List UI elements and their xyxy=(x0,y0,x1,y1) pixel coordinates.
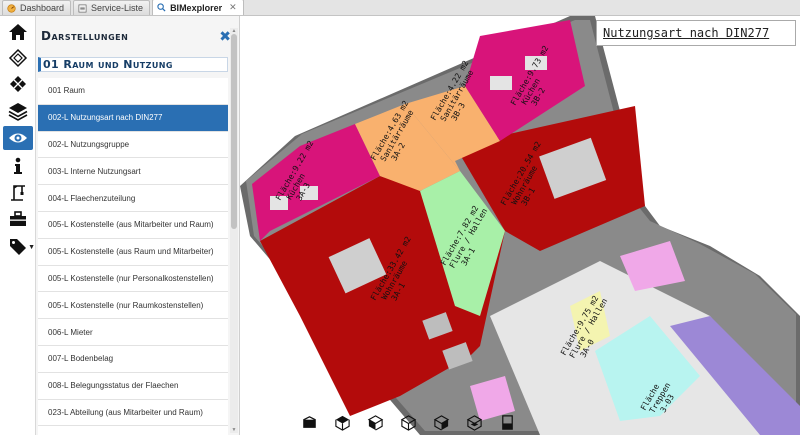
section-title[interactable]: 01 Raum und Nutzung xyxy=(38,57,228,72)
view-top-button[interactable] xyxy=(333,413,351,431)
list-item-selected[interactable]: 002-L Nutzungsart nach DIN277 xyxy=(38,104,228,132)
crane-button[interactable] xyxy=(3,180,33,204)
list-item[interactable]: 008-L Belegungsstatus der Flaechen xyxy=(38,372,228,400)
tab-bimexplorer-label: BIMexplorer xyxy=(170,2,223,13)
list-item[interactable]: 007-L Bodenbelag xyxy=(38,345,228,373)
view-left-button[interactable] xyxy=(366,413,384,431)
layers-grid-icon xyxy=(10,76,26,92)
list-item[interactable]: 002-L Nutzungsgruppe xyxy=(38,131,228,159)
list-item[interactable]: 005-L Kostenstelle (nur Raumkostenstelle… xyxy=(38,292,228,320)
tab-dashboard-label: Dashboard xyxy=(20,3,65,13)
home-icon xyxy=(9,24,27,40)
list-item[interactable]: 040-L Flaechentyp xyxy=(38,426,228,435)
chevron-down-icon: ▼ xyxy=(28,244,35,251)
view-bottom-button[interactable] xyxy=(498,413,516,431)
legend-box: Nutzungsart nach DIN277 xyxy=(596,20,796,46)
tab-bar: Dashboard Service-Liste BIMexplorer ✕ xyxy=(0,0,800,16)
tab-service-liste[interactable]: Service-Liste xyxy=(73,0,151,15)
view-front-button[interactable] xyxy=(300,413,318,431)
panel-header: Darstellungen ✖ xyxy=(36,16,239,56)
panel-scrollbar[interactable]: ▲ ▼ xyxy=(230,28,238,433)
floorplan-button[interactable] xyxy=(3,46,33,70)
tags-button[interactable]: ▼ xyxy=(3,234,35,258)
toolbox-icon xyxy=(10,211,26,226)
tab-service-liste-label: Service-Liste xyxy=(91,3,144,13)
list-item[interactable]: 003-L Interne Nutzungsart xyxy=(38,158,228,186)
toolbox-button[interactable] xyxy=(3,207,33,231)
layers-icon xyxy=(8,103,28,121)
scroll-thumb[interactable] xyxy=(231,34,237,229)
info-button[interactable] xyxy=(3,154,33,178)
presentation-list: 001 Raum 002-L Nutzungsart nach DIN277 0… xyxy=(38,78,228,435)
list-item[interactable]: 005-L Kostenstelle (aus Raum und Mitarbe… xyxy=(38,238,228,266)
tags-icon xyxy=(10,239,26,255)
view-bottom-icon xyxy=(501,414,513,430)
darstellungen-panel: Darstellungen ✖ 01 Raum und Nutzung 001 … xyxy=(36,16,240,435)
home-button[interactable] xyxy=(3,20,33,44)
list-item[interactable]: 005-L Kostenstelle (aus Mitarbeiter und … xyxy=(38,211,228,239)
view-iso-button[interactable] xyxy=(465,413,483,431)
panel-title: Darstellungen xyxy=(41,29,129,43)
tab-bimexplorer[interactable]: BIMexplorer ✕ xyxy=(152,0,244,15)
scroll-down-icon[interactable]: ▼ xyxy=(230,427,238,433)
bim-icon xyxy=(157,3,166,12)
layers-grid-button[interactable] xyxy=(3,72,33,96)
list-item[interactable]: 004-L Flaechenzuteilung xyxy=(38,185,228,212)
bim-3d-viewer[interactable]: Fläche:9.22 m2 Küchen 3A-3 Fläche:4.63 m… xyxy=(240,16,800,435)
close-icon[interactable]: ✕ xyxy=(229,2,237,13)
view-front-icon xyxy=(302,415,316,428)
view-top-icon xyxy=(334,415,350,431)
view-right-icon xyxy=(400,414,416,431)
floorplan-icon xyxy=(8,48,28,68)
left-toolbar: ▼ xyxy=(0,16,36,435)
crane-icon xyxy=(11,185,25,201)
info-icon xyxy=(14,157,22,174)
list-icon xyxy=(78,4,87,13)
view-left-icon xyxy=(367,414,383,431)
view-iso-icon xyxy=(466,414,482,431)
list-item[interactable]: 005-L Kostenstelle (nur Personalkostenst… xyxy=(38,265,228,293)
dashboard-icon xyxy=(7,3,16,13)
visibility-button[interactable] xyxy=(3,126,33,150)
view-back-button[interactable] xyxy=(432,413,450,431)
eye-icon xyxy=(9,133,27,143)
list-item[interactable]: 006-L Mieter xyxy=(38,319,228,346)
tab-dashboard[interactable]: Dashboard xyxy=(2,0,72,15)
legend-title: Nutzungsart nach DIN277 xyxy=(603,26,770,40)
list-item[interactable]: 023-L Abteilung (aus Mitarbeiter und Rau… xyxy=(38,399,228,427)
view-toolbar xyxy=(300,413,516,431)
layers-button[interactable] xyxy=(3,99,33,123)
list-item[interactable]: 001 Raum xyxy=(38,78,228,105)
view-back-icon xyxy=(433,414,449,431)
building-model[interactable]: Fläche:9.22 m2 Küchen 3A-3 Fläche:4.63 m… xyxy=(240,16,800,435)
view-right-button[interactable] xyxy=(399,413,417,431)
